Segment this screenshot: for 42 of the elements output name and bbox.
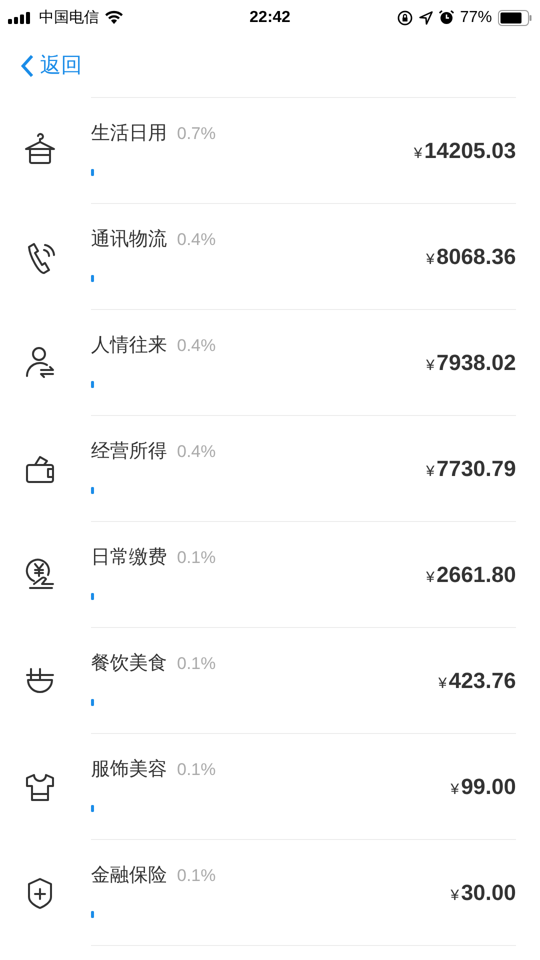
battery-percent: 77% — [460, 8, 492, 28]
category-percent: 0.1% — [177, 759, 216, 781]
category-name: 经营所得 — [91, 440, 167, 464]
category-percent: 0.4% — [177, 229, 216, 251]
amount: 2661.80 — [436, 561, 516, 589]
category-percent: 0.1% — [177, 865, 216, 887]
category-name: 金融保险 — [91, 864, 167, 888]
category-name: 服饰美容 — [91, 758, 167, 782]
category-name: 餐饮美食 — [91, 652, 167, 676]
wifi-icon — [104, 10, 124, 25]
status-time: 22:42 — [250, 8, 290, 28]
amount: 7938.02 — [436, 349, 516, 377]
category-name: 日常缴费 — [91, 546, 167, 570]
currency-sign: ¥ — [426, 462, 434, 482]
category-percent: 0.1% — [177, 653, 216, 675]
rotation-lock-icon — [396, 10, 413, 26]
category-name: 通讯物流 — [91, 228, 167, 252]
battery-icon — [498, 10, 532, 26]
currency-sign: ¥ — [426, 250, 434, 270]
currency-sign: ¥ — [438, 674, 447, 694]
amount: 14205.03 — [424, 137, 516, 165]
currency-sign: ¥ — [426, 356, 434, 376]
category-name: 生活日用 — [91, 122, 167, 146]
category-percent: 0.1% — [177, 547, 216, 569]
amount: 423.76 — [448, 667, 516, 695]
currency-sign: ¥ — [450, 886, 459, 906]
chevron-left-icon — [20, 54, 34, 78]
category-percent: 0.7% — [177, 123, 216, 145]
amount: 7730.79 — [436, 455, 516, 483]
category-percent: 0.4% — [177, 335, 216, 357]
amount: 8068.36 — [436, 243, 516, 271]
currency-sign: ¥ — [414, 144, 422, 164]
back-button[interactable]: 返回 — [20, 50, 82, 82]
currency-sign: ¥ — [450, 780, 459, 800]
amount: 99.00 — [460, 773, 516, 801]
category-percent: 0.4% — [177, 441, 216, 463]
category-name: 人情往来 — [91, 334, 167, 358]
currency-sign: ¥ — [426, 568, 434, 588]
location-arrow-icon — [418, 10, 433, 24]
carrier-name: 中国电信 — [39, 7, 99, 28]
amount: 30.00 — [460, 879, 516, 907]
alarm-clock-icon — [438, 10, 454, 25]
